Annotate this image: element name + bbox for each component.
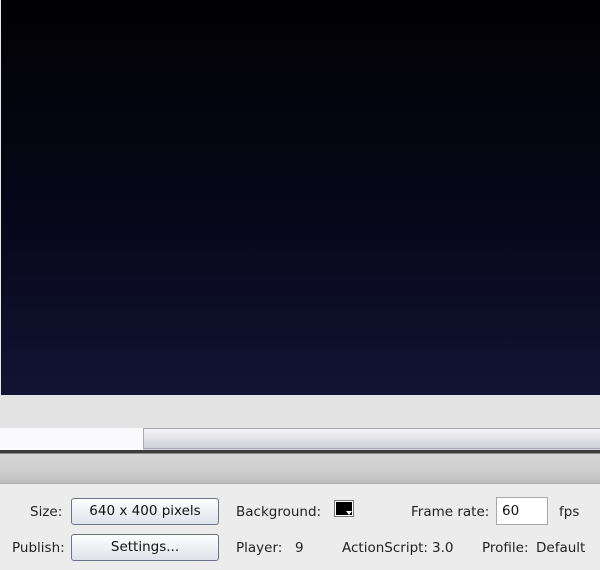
actionscript-version-link[interactable]: 3.0 — [432, 540, 453, 556]
profile-value-link[interactable]: Default — [536, 540, 585, 556]
frame-rate-input[interactable] — [496, 497, 548, 525]
stage-canvas[interactable] — [1, 0, 600, 395]
publish-label: Publish: — [12, 540, 65, 556]
document-size-button[interactable]: 640 x 400 pixels — [71, 498, 219, 525]
player-label: Player: — [236, 540, 283, 556]
horizontal-scrollbar[interactable] — [0, 428, 600, 450]
scrollbar-track[interactable] — [0, 428, 143, 450]
actionscript-label: ActionScript: — [342, 540, 428, 556]
dropdown-arrow-icon — [346, 511, 352, 515]
scrollbar-thumb[interactable] — [143, 428, 600, 449]
panel-divider-bar[interactable] — [0, 450, 600, 484]
size-label: Size: — [30, 504, 63, 520]
frame-rate-label: Frame rate: — [411, 504, 490, 520]
player-version-link[interactable]: 9 — [295, 540, 304, 556]
background-label: Background: — [236, 504, 322, 520]
profile-label: Profile: — [482, 540, 529, 556]
pasteboard-area — [0, 395, 600, 428]
background-color-swatch[interactable] — [334, 500, 354, 517]
fps-unit-label: fps — [559, 504, 580, 520]
publish-settings-button[interactable]: Settings... — [71, 534, 219, 561]
